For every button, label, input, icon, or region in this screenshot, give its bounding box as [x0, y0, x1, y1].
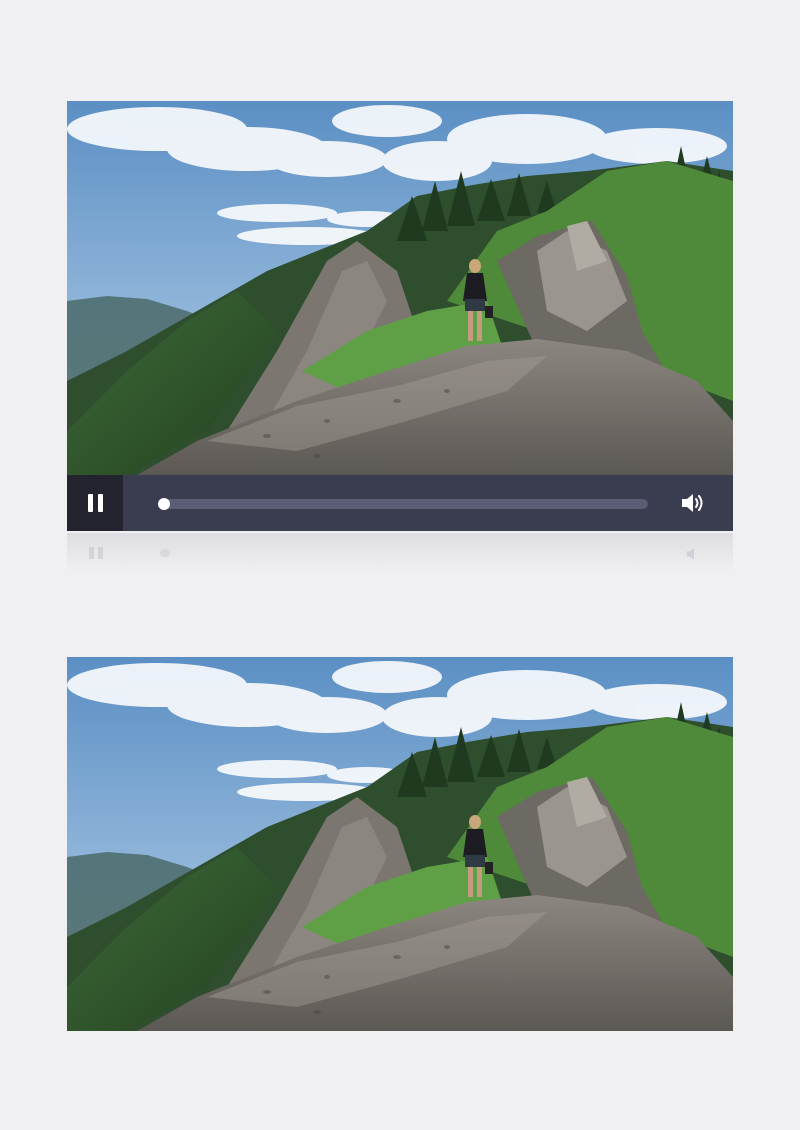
- scrubber-reflection: [160, 549, 170, 557]
- video-player[interactable]: [67, 101, 733, 475]
- video-frame-image: [67, 101, 733, 475]
- pause-icon: [87, 494, 93, 512]
- pause-button[interactable]: [67, 475, 123, 531]
- volume-icon[interactable]: [680, 491, 706, 515]
- player-reflection: [67, 533, 733, 573]
- volume-icon-reflection: [686, 548, 694, 560]
- pause-icon-reflection: [87, 547, 105, 559]
- preview-frame-image: [67, 657, 733, 1031]
- video-preview-image: [67, 657, 733, 1031]
- progress-scrubber-handle[interactable]: [158, 498, 170, 510]
- pause-icon-bar: [97, 494, 103, 512]
- player-controls: [67, 475, 733, 531]
- progress-bar[interactable]: [158, 498, 648, 510]
